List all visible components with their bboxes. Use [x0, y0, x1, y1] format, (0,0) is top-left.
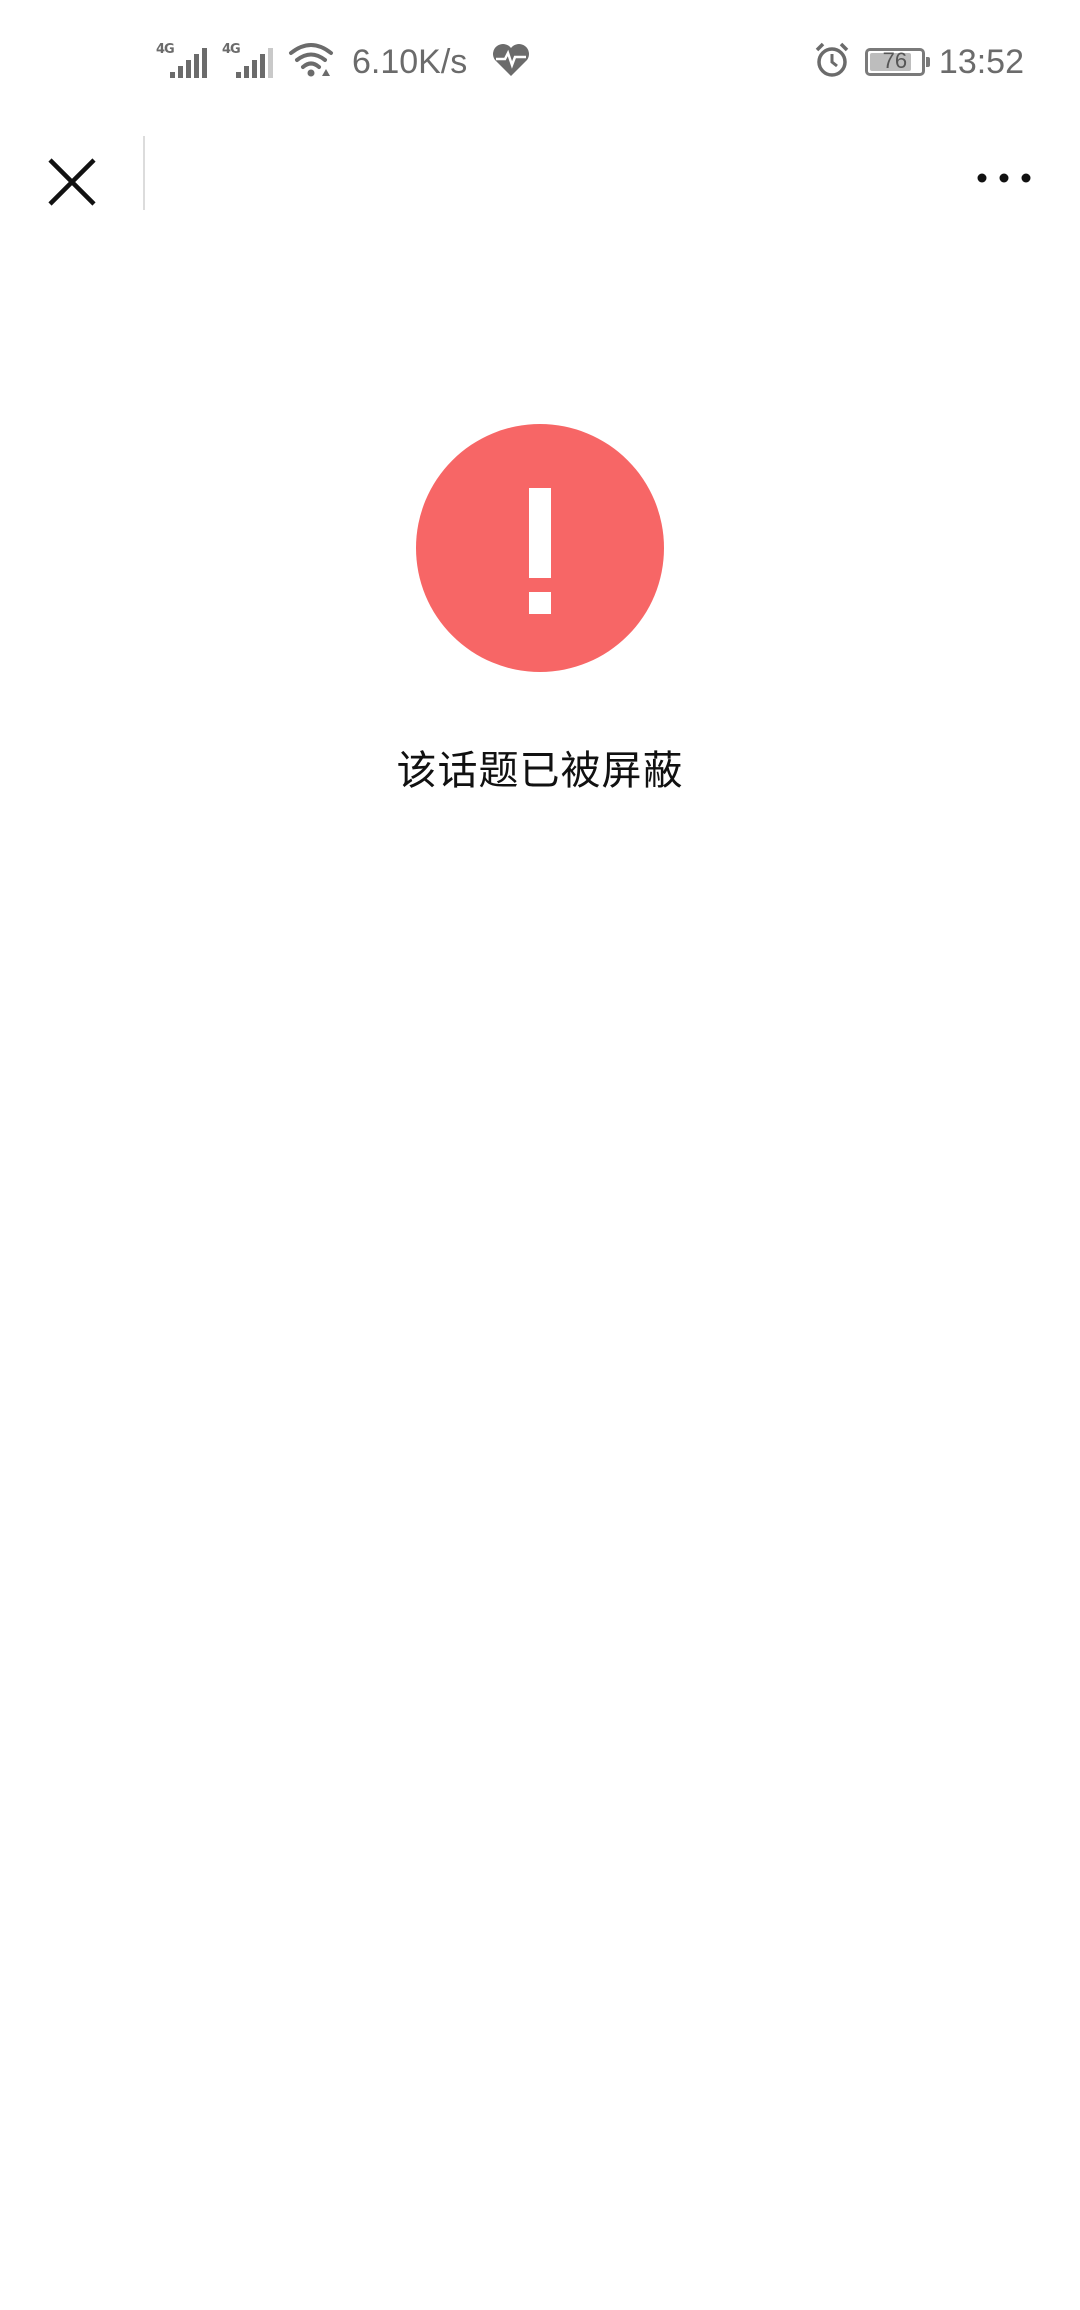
health-heart-icon: [491, 42, 531, 82]
blocked-message-area: 该话题已被屏蔽: [0, 424, 1080, 796]
signal-icon-2: 4G: [222, 42, 278, 82]
more-options-button[interactable]: [964, 146, 1044, 210]
close-button[interactable]: [36, 146, 108, 218]
signal-icon: 4G: [156, 42, 212, 82]
screen: 4G 4G 6.10K/s 76 13:52 该话题已被屏蔽: [0, 0, 1080, 2310]
exclamation-bar: [529, 488, 551, 578]
nav-bar: [0, 124, 1080, 224]
battery-percent: 76: [882, 48, 908, 73]
more-horizontal-icon: [977, 173, 1031, 183]
status-bar: 4G 4G 6.10K/s 76 13:52: [0, 0, 1080, 124]
status-right: 76 13:52: [813, 36, 1024, 88]
clock-time: 13:52: [938, 42, 1024, 81]
exclamation-icon: [416, 424, 664, 672]
exclamation-dot: [529, 592, 551, 614]
network-speed: 6.10K/s: [352, 42, 468, 81]
alarm-icon: [813, 41, 851, 83]
status-left: 4G 4G 6.10K/s: [156, 36, 531, 88]
wifi-icon: [288, 42, 334, 82]
nav-divider: [143, 136, 145, 210]
battery-icon: 76: [864, 48, 930, 76]
close-icon: [48, 158, 96, 206]
blocked-message-text: 该话题已被屏蔽: [396, 748, 684, 794]
